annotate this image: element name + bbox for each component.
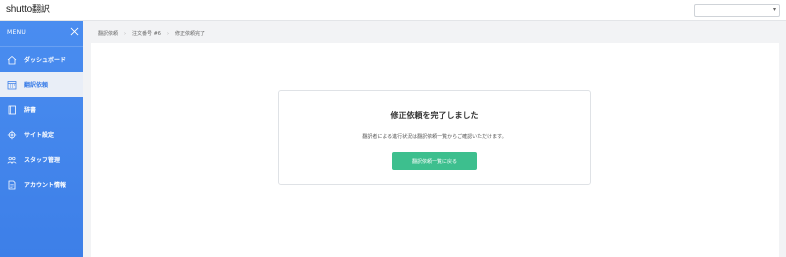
breadcrumb-separator: › [124, 30, 127, 37]
menu-label: MENU [7, 29, 27, 36]
sidebar-item-label: アカウント情報 [24, 182, 67, 189]
sidebar-item-label: サイト設定 [24, 132, 55, 139]
completion-card: 修正依頼を完了しました 翻訳者による進行状況は翻訳依頼一覧からご確認いただけます… [278, 90, 591, 185]
top-bar: shutto翻訳 ▾ [0, 0, 786, 21]
house-icon [7, 55, 17, 65]
close-icon[interactable] [70, 27, 79, 36]
breadcrumb-item-order[interactable]: 注文番号 #6 [132, 30, 161, 37]
logo[interactable]: shutto翻訳 [6, 3, 50, 17]
book-icon [7, 105, 17, 115]
back-to-list-button[interactable]: 翻訳依頼一覧に戻る [392, 152, 477, 170]
language-select[interactable]: ▾ [694, 4, 780, 17]
sidebar-item-label: ダッシュボード [24, 57, 67, 64]
sidebar-item-staff-management[interactable]: スタッフ管理 [0, 147, 83, 172]
document-icon [7, 180, 17, 190]
sidebar-item-dictionary[interactable]: 辞書 [0, 97, 83, 122]
sidebar-item-label: 辞書 [24, 107, 37, 114]
sidebar-item-label: 翻訳依頼 [24, 82, 49, 89]
sidebar: MENU ダッシュボード 翻訳依頼 辞書 サイト設定 スタッフ管理 アカウント情… [0, 21, 83, 257]
sidebar-item-label: スタッフ管理 [24, 157, 61, 164]
gear-icon [7, 130, 17, 140]
breadcrumb: 翻訳依頼 › 注文番号 #6 › 修正依頼完了 [98, 30, 205, 38]
sidebar-header: MENU [0, 21, 83, 47]
logo-brand: shutto [6, 4, 33, 15]
sidebar-item-translation-requests[interactable]: 翻訳依頼 [0, 72, 83, 97]
logo-suffix: 翻訳 [32, 5, 50, 15]
sidebar-item-dashboard[interactable]: ダッシュボード [0, 47, 83, 72]
breadcrumb-item-requests[interactable]: 翻訳依頼 [98, 30, 118, 37]
people-icon [7, 155, 17, 165]
card-title: 修正依頼を完了しました [390, 111, 479, 120]
breadcrumb-separator: › [166, 30, 169, 37]
calendar-icon [7, 80, 17, 90]
sidebar-item-account-info[interactable]: アカウント情報 [0, 172, 83, 197]
chevron-down-icon: ▾ [772, 6, 776, 13]
breadcrumb-item-current: 修正依頼完了 [174, 31, 205, 37]
sidebar-item-site-settings[interactable]: サイト設定 [0, 122, 83, 147]
card-description: 翻訳者による進行状況は翻訳依頼一覧からご確認いただけます。 [362, 134, 507, 140]
main-content: 修正依頼を完了しました 翻訳者による進行状況は翻訳依頼一覧からご確認いただけます… [91, 43, 779, 257]
